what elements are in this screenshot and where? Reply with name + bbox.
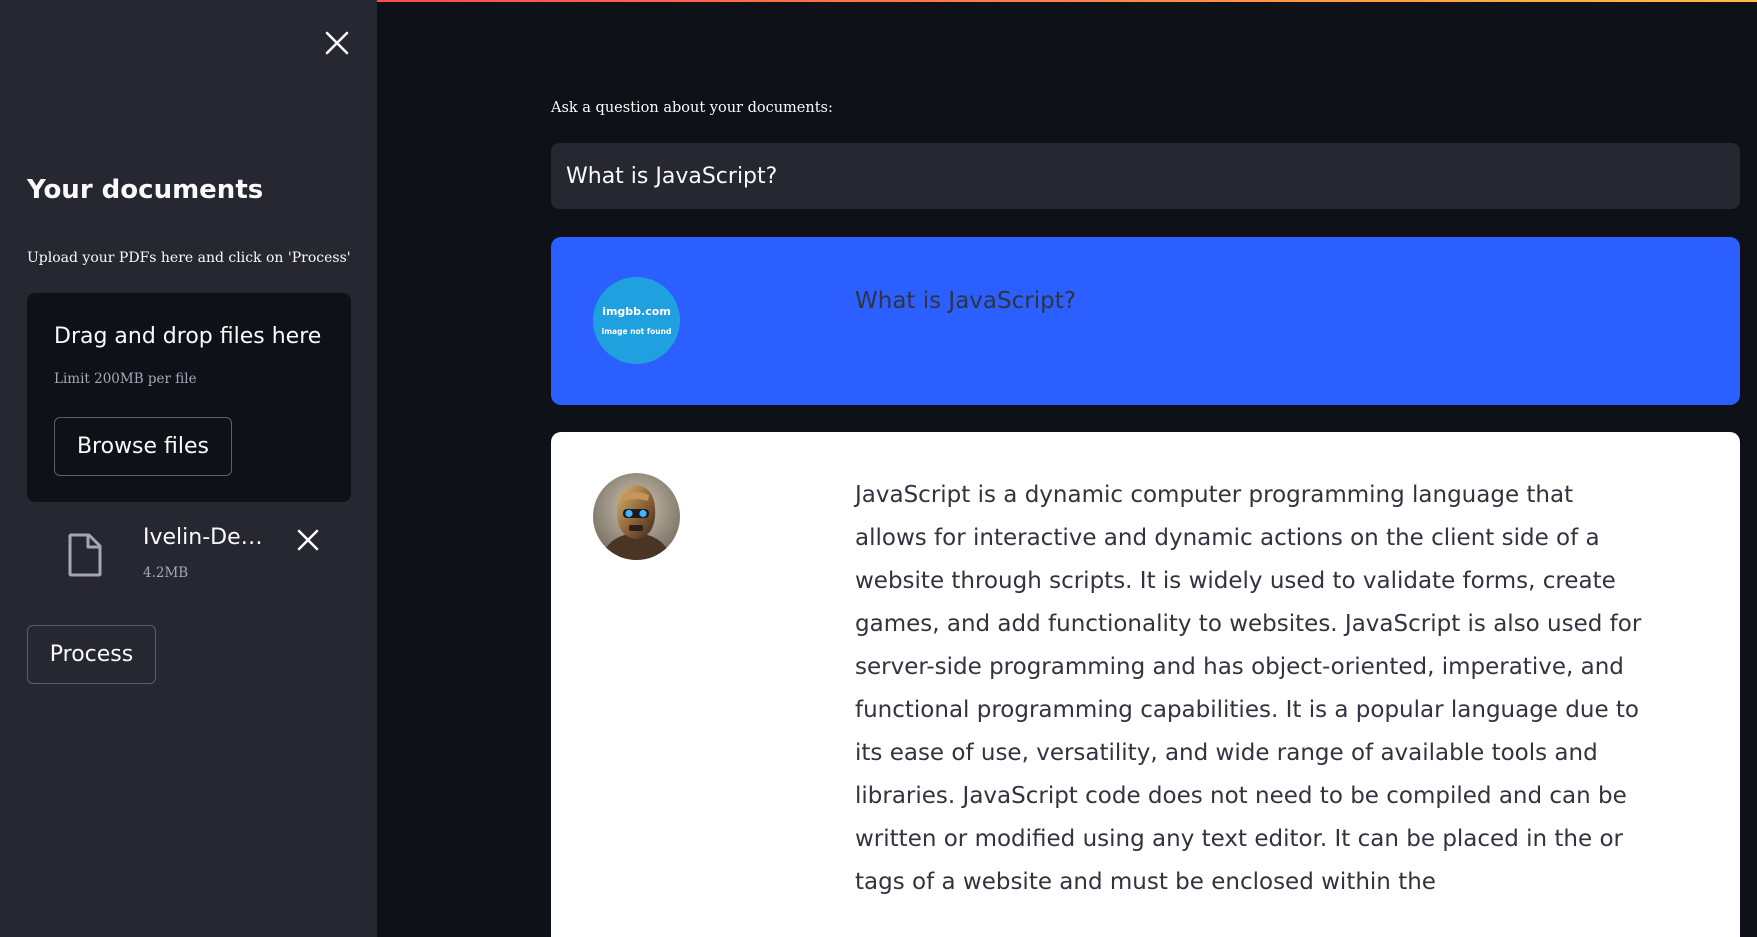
file-icon bbox=[67, 533, 103, 577]
user-message: imgbb.com image not found What is JavaSc… bbox=[551, 237, 1740, 405]
file-size: 4.2MB bbox=[143, 565, 189, 581]
avatar-placeholder-subtitle: image not found bbox=[601, 327, 672, 336]
dropzone-title: Drag and drop files here bbox=[54, 324, 322, 349]
user-message-text: What is JavaScript? bbox=[855, 288, 1076, 314]
uploaded-file-item: Ivelin-De… 4.2MB bbox=[27, 515, 351, 585]
dropzone-limit: Limit 200MB per file bbox=[54, 371, 197, 387]
app-window: Your documents Upload your PDFs here and… bbox=[0, 0, 1757, 937]
top-decoration-bar bbox=[377, 0, 1757, 2]
user-avatar: imgbb.com image not found bbox=[593, 277, 680, 364]
bot-message: JavaScript is a dynamic computer program… bbox=[551, 432, 1740, 937]
close-icon[interactable] bbox=[322, 28, 352, 58]
remove-file-icon[interactable] bbox=[295, 527, 321, 553]
browse-files-button[interactable]: Browse files bbox=[54, 417, 232, 476]
sidebar-title: Your documents bbox=[27, 175, 264, 205]
question-label: Ask a question about your documents: bbox=[551, 100, 833, 116]
question-input[interactable] bbox=[551, 143, 1740, 209]
bot-avatar bbox=[593, 473, 680, 560]
sidebar: Your documents Upload your PDFs here and… bbox=[0, 0, 377, 937]
bot-message-text: JavaScript is a dynamic computer program… bbox=[855, 482, 1642, 895]
process-button[interactable]: Process bbox=[27, 625, 156, 684]
upload-instruction: Upload your PDFs here and click on 'Proc… bbox=[27, 250, 351, 266]
file-dropzone[interactable]: Drag and drop files here Limit 200MB per… bbox=[27, 293, 351, 502]
file-name: Ivelin-De… bbox=[143, 525, 263, 550]
avatar-placeholder-title: imgbb.com bbox=[602, 305, 671, 318]
